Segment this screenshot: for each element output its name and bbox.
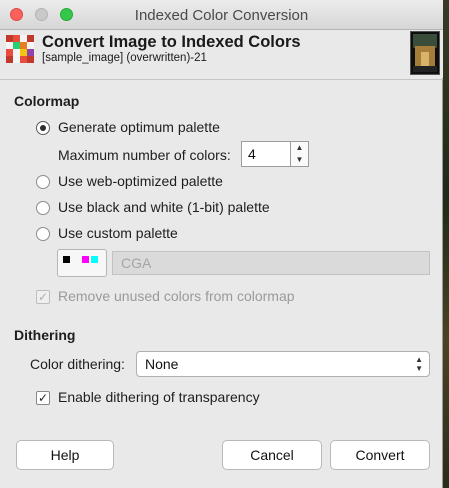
dithering-section-title: Dithering <box>14 327 76 343</box>
remove-unused-checkbox: ✓ <box>36 290 50 304</box>
max-colors-stepper[interactable]: 4 ▲ ▼ <box>241 141 309 167</box>
custom-palette-radio[interactable] <box>36 227 50 241</box>
image-thumbnail <box>410 31 440 75</box>
help-button[interactable]: Help <box>16 440 114 470</box>
max-colors-label: Maximum number of colors: <box>58 147 231 163</box>
remove-unused-label: Remove unused colors from colormap <box>58 288 295 304</box>
convert-button[interactable]: Convert <box>330 440 430 470</box>
color-dithering-label: Color dithering: <box>30 356 125 372</box>
transparency-dithering-label[interactable]: Enable dithering of transparency <box>58 389 260 405</box>
transparency-dithering-checkbox[interactable]: ✓ <box>36 391 50 405</box>
bw-palette-label[interactable]: Use black and white (1-bit) palette <box>58 199 270 215</box>
decrement-icon[interactable]: ▼ <box>291 154 308 166</box>
colormap-section-title: Colormap <box>14 93 80 109</box>
indexed-palette-icon <box>6 35 34 63</box>
max-colors-stepper-buttons[interactable]: ▲ ▼ <box>291 141 309 167</box>
updown-arrows-icon: ▲ ▼ <box>415 355 423 373</box>
dialog-heading: Convert Image to Indexed Colors <box>42 33 301 51</box>
cancel-button[interactable]: Cancel <box>222 440 322 470</box>
image-name: [sample_image] (overwritten)-21 <box>42 52 207 64</box>
max-colors-input[interactable]: 4 <box>241 141 291 167</box>
web-palette-label[interactable]: Use web-optimized palette <box>58 173 223 189</box>
desktop-background <box>443 0 449 488</box>
increment-icon[interactable]: ▲ <box>291 142 308 154</box>
color-dithering-select[interactable]: None ▲ ▼ <box>136 351 430 377</box>
web-palette-radio[interactable] <box>36 175 50 189</box>
window-title: Indexed Color Conversion <box>134 7 309 24</box>
bw-palette-radio[interactable] <box>36 201 50 215</box>
palette-swatch-button[interactable] <box>57 249 107 277</box>
dialog-window: Indexed Color Conversion Convert Image t… <box>0 0 443 488</box>
color-dithering-value: None <box>145 356 179 372</box>
title-bar[interactable]: Indexed Color Conversion <box>0 0 443 30</box>
custom-palette-name: CGA <box>112 251 430 275</box>
header-divider <box>0 79 443 80</box>
custom-palette-label[interactable]: Use custom palette <box>58 225 178 241</box>
optimum-palette-label[interactable]: Generate optimum palette <box>58 119 220 135</box>
optimum-palette-radio[interactable] <box>36 121 50 135</box>
